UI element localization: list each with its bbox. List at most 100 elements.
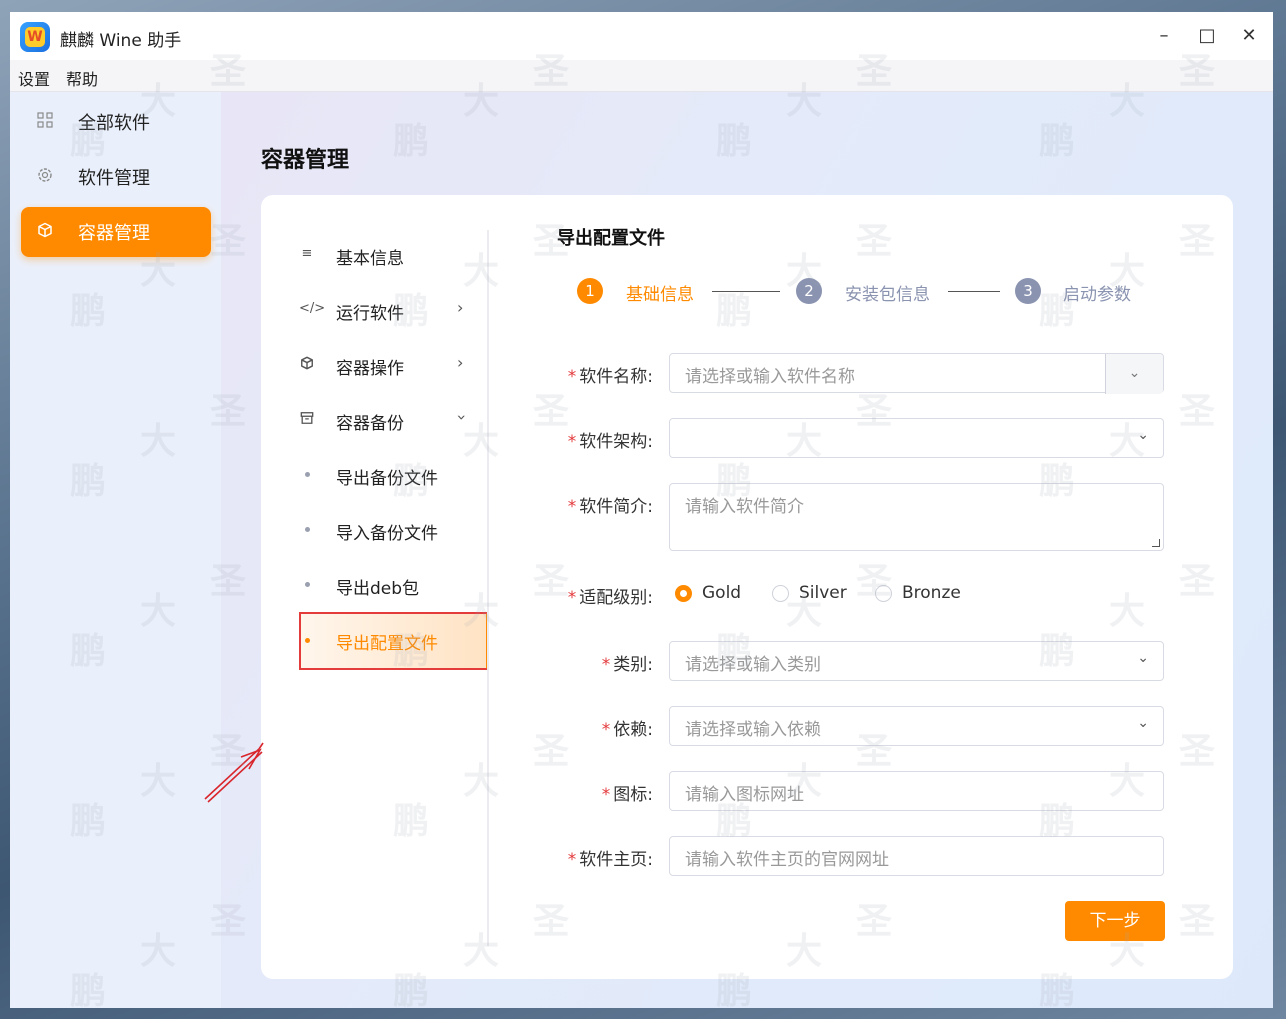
- software-arch-select[interactable]: ⌄: [669, 418, 1164, 458]
- radio-gold[interactable]: Gold: [675, 583, 741, 603]
- submenu-item-container-ops[interactable]: 容器操作 ›: [299, 346, 489, 386]
- radio-checked-icon: [675, 584, 692, 602]
- submenu-label: 导出备份文件: [336, 469, 438, 489]
- homepage-input[interactable]: 请输入软件主页的官网网址: [669, 836, 1164, 876]
- export-config-form: 导出配置文件 1 基础信息 2 安装包信息 3 启动参数 * 软件名称: 请选择或…: [557, 195, 1197, 979]
- sidebar-item-label: 软件管理: [78, 168, 150, 189]
- software-name-combobox[interactable]: 请选择或输入软件名称 ⌄: [669, 353, 1164, 394]
- chevron-down-icon: ›: [452, 414, 472, 421]
- sidebar-item-software-management[interactable]: 软件管理: [21, 152, 211, 202]
- sidebar-item-all-software[interactable]: 全部软件: [21, 97, 211, 147]
- step-connector: [948, 291, 1000, 292]
- next-step-button[interactable]: 下一步: [1065, 901, 1165, 941]
- submenu-label: 导出配置文件: [336, 634, 438, 654]
- submenu-label: 导出deb包: [336, 579, 420, 599]
- submenu-item-basic-info[interactable]: ≡ 基本信息: [299, 236, 489, 276]
- submenu-item-container-backup[interactable]: 容器备份 ›: [299, 401, 489, 441]
- category-select[interactable]: 请选择或输入类别 ⌄: [669, 641, 1164, 681]
- placeholder-text: 请选择或输入软件名称: [685, 367, 855, 387]
- bullet-icon: [305, 582, 310, 587]
- list-icon: ≡: [301, 246, 313, 261]
- cube-icon: [299, 356, 315, 372]
- submenu-item-import-backup[interactable]: 导入备份文件: [299, 511, 489, 551]
- field-adapt-level: * 适配级别: Gold Silver Bronze: [557, 574, 1167, 614]
- title-bar: W 麒麟 Wine 助手 – □ ✕: [10, 12, 1273, 60]
- menu-bar: 设置 帮助: [10, 60, 1273, 92]
- submenu-label: 容器备份: [336, 414, 404, 434]
- field-label: * 软件架构:: [567, 432, 653, 452]
- sidebar-item-label: 全部软件: [78, 113, 150, 134]
- step-3-number: 3: [1015, 278, 1041, 304]
- field-label: * 软件简介:: [567, 497, 653, 517]
- submenu-item-run-software[interactable]: </> 运行软件 ›: [299, 291, 489, 331]
- chevron-right-icon: ›: [457, 298, 464, 317]
- bullet-icon: [305, 472, 310, 477]
- submenu-label: 导入备份文件: [336, 524, 438, 544]
- gear-icon: [35, 167, 55, 187]
- chevron-right-icon: ›: [457, 353, 464, 372]
- field-label: * 适配级别:: [567, 588, 653, 608]
- submenu-label: 容器操作: [336, 359, 404, 379]
- submenu-item-export-deb[interactable]: 导出deb包: [299, 566, 489, 606]
- depends-select[interactable]: 请选择或输入依赖 ⌄: [669, 706, 1164, 746]
- field-software-name: * 软件名称: 请选择或输入软件名称 ⌄: [557, 353, 1167, 394]
- page-title: 容器管理: [261, 148, 350, 173]
- close-icon[interactable]: ✕: [1239, 26, 1259, 46]
- placeholder-text: 请输入软件主页的官网网址: [685, 850, 889, 870]
- field-label: * 依赖:: [601, 720, 653, 740]
- archive-icon: [299, 411, 315, 427]
- grid-icon: [35, 112, 55, 132]
- field-label: * 图标:: [601, 785, 653, 805]
- content-card: ≡ 基本信息 </> 运行软件 › 容器操作 › 容器备份 › 导出备份文件 导…: [204, 195, 1233, 979]
- field-label: * 软件主页:: [567, 850, 653, 870]
- minimize-icon[interactable]: –: [1154, 26, 1174, 46]
- icon-url-input[interactable]: 请输入图标网址: [669, 771, 1164, 811]
- radio-silver[interactable]: Silver: [772, 583, 847, 603]
- submenu-label: 运行软件: [336, 304, 404, 324]
- app-window: W 麒麟 Wine 助手 – □ ✕ 设置 帮助 全部软件 软件管理 容器管理: [10, 12, 1273, 1008]
- bullet-icon: [305, 638, 310, 643]
- sidebar-item-container-management[interactable]: 容器管理: [21, 207, 211, 257]
- menu-settings[interactable]: 设置: [18, 66, 50, 90]
- submenu-divider: [487, 230, 489, 946]
- chevron-down-icon[interactable]: ⌄: [1105, 354, 1163, 394]
- placeholder-text: 请选择或输入类别: [685, 655, 821, 675]
- field-icon-url: * 图标: 请输入图标网址: [557, 771, 1167, 811]
- maximize-icon[interactable]: □: [1197, 26, 1217, 46]
- software-desc-textarea[interactable]: 请输入软件简介: [669, 483, 1164, 551]
- chevron-down-icon: ⌄: [1137, 427, 1149, 443]
- step-3-label: 启动参数: [1063, 285, 1131, 305]
- radio-bronze[interactable]: Bronze: [875, 583, 961, 603]
- step-2-number: 2: [796, 278, 822, 304]
- cube-icon: [35, 222, 55, 242]
- chevron-down-icon: ⌄: [1137, 650, 1149, 666]
- menu-help[interactable]: 帮助: [66, 66, 98, 90]
- submenu-item-export-backup[interactable]: 导出备份文件: [299, 456, 489, 496]
- step-connector: [712, 291, 780, 292]
- window-title: 麒麟 Wine 助手: [60, 31, 182, 51]
- field-label: * 软件名称:: [567, 367, 653, 387]
- bullet-icon: [305, 527, 310, 532]
- chevron-down-icon: ⌄: [1137, 715, 1149, 731]
- app-logo-icon: W: [20, 22, 50, 52]
- resize-handle-icon[interactable]: [1152, 539, 1160, 547]
- field-label: * 类别:: [601, 655, 653, 675]
- step-1-number: 1: [577, 278, 603, 304]
- placeholder-text: 请选择或输入依赖: [685, 720, 821, 740]
- placeholder-text: 请输入图标网址: [685, 785, 804, 805]
- placeholder-text: 请输入软件简介: [685, 497, 804, 517]
- field-homepage: * 软件主页: 请输入软件主页的官网网址: [557, 836, 1167, 876]
- container-submenu: ≡ 基本信息 </> 运行软件 › 容器操作 › 容器备份 › 导出备份文件 导…: [261, 195, 489, 979]
- step-1-label: 基础信息: [626, 285, 694, 305]
- step-2-label: 安装包信息: [845, 285, 930, 305]
- submenu-item-export-config[interactable]: 导出配置文件: [299, 612, 489, 670]
- form-title: 导出配置文件: [557, 228, 665, 249]
- field-depends: * 依赖: 请选择或输入依赖 ⌄: [557, 706, 1167, 746]
- field-software-arch: * 软件架构: ⌄: [557, 418, 1167, 458]
- annotation-arrow-icon: [204, 742, 264, 803]
- radio-unchecked-icon: [772, 584, 789, 602]
- sidebar-item-label: 容器管理: [78, 223, 150, 244]
- submenu-label: 基本信息: [336, 249, 404, 269]
- code-icon: </>: [299, 301, 326, 316]
- radio-unchecked-icon: [875, 584, 892, 602]
